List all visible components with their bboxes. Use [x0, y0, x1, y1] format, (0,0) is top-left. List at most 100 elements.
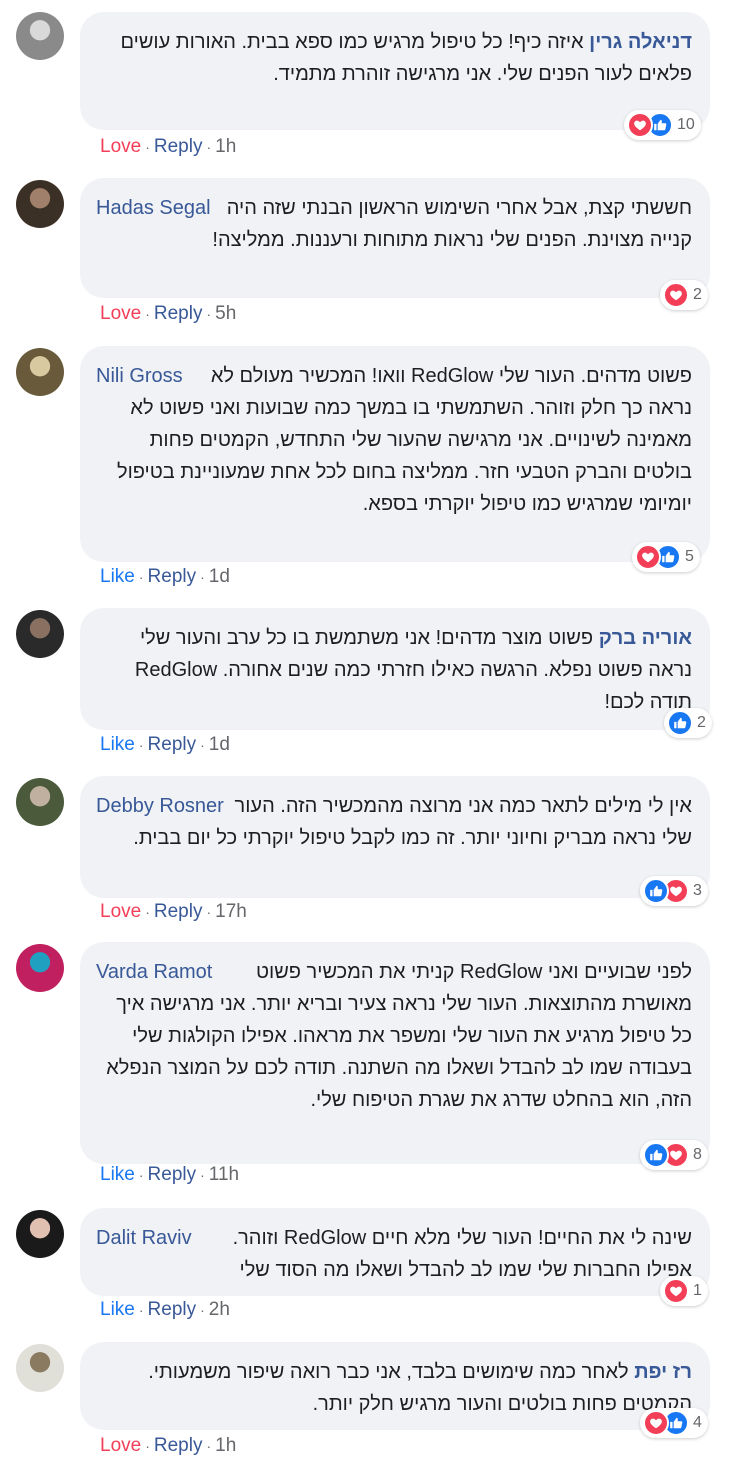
- comment-bubble: Dalit Raviv שינה לי את החיים! העור שלי מל…: [80, 1208, 710, 1296]
- separator-dot: ·: [138, 737, 144, 753]
- reactions-summary[interactable]: 3: [640, 876, 708, 906]
- separator-dot: ·: [200, 737, 205, 753]
- love-reaction-icon: [635, 544, 661, 570]
- timestamp[interactable]: 2h: [209, 1299, 230, 1321]
- reaction-count: 10: [677, 116, 695, 133]
- comment-text: רז יפת לאחר כמה שימושים בלבד, אני כבר רו…: [96, 1356, 692, 1420]
- separator-dot: ·: [206, 139, 212, 155]
- reply-button[interactable]: Reply: [148, 566, 197, 588]
- like-reaction-icon: [667, 710, 693, 736]
- timestamp[interactable]: 1h: [215, 136, 236, 158]
- comment-body: חששתי קצת, אבל אחרי השימוש הראשון הבנתי …: [212, 197, 692, 251]
- reaction-count: 1: [693, 1282, 702, 1299]
- comment-actions: Love · Reply · 1h: [100, 136, 236, 158]
- avatar[interactable]: [16, 944, 64, 992]
- comment-actions: Like · Reply · 2h: [100, 1299, 230, 1321]
- separator-dot: ·: [145, 1438, 150, 1454]
- commenter-name[interactable]: Dalit Raviv: [96, 1222, 192, 1254]
- avatar[interactable]: [16, 1344, 64, 1392]
- comment-actions: Love · Reply · 5h: [100, 303, 236, 325]
- commenter-name[interactable]: רז יפת: [634, 1361, 692, 1383]
- avatar[interactable]: [16, 610, 64, 658]
- reaction-count: 8: [693, 1146, 702, 1163]
- timestamp[interactable]: 17h: [215, 901, 247, 923]
- reactions-summary[interactable]: 10: [624, 110, 701, 140]
- comment-text: Nili Gross פשוט מדהים. העור שלי RedGlow ו…: [96, 360, 692, 520]
- reactions-summary[interactable]: 2: [664, 708, 712, 738]
- comment-bubble: אוריה ברק פשוט מוצר מדהים! אני משתמשת בו…: [80, 608, 710, 730]
- separator-dot: ·: [206, 306, 212, 322]
- comment-actions: Love · Reply · 1h: [100, 1435, 236, 1457]
- comment-bubble: דניאלה גרין איזה כיף! כל טיפול מרגיש כמו…: [80, 12, 710, 130]
- separator-dot: ·: [145, 139, 150, 155]
- separator-dot: ·: [145, 306, 150, 322]
- commenter-name[interactable]: Varda Ramot: [96, 956, 212, 988]
- timestamp[interactable]: 11h: [209, 1164, 239, 1186]
- separator-dot: ·: [200, 1167, 205, 1183]
- reactions-summary[interactable]: 2: [660, 280, 708, 310]
- separator-dot: ·: [206, 1438, 212, 1454]
- love-reaction-icon: [627, 112, 653, 138]
- like-button[interactable]: Like: [100, 566, 135, 588]
- avatar[interactable]: [16, 1210, 64, 1258]
- reaction-count: 2: [693, 286, 702, 303]
- separator-dot: ·: [200, 1302, 205, 1318]
- reaction-count: 3: [693, 882, 702, 899]
- love-reaction-icon: [663, 282, 689, 308]
- comment-body: פשוט מדהים. העור שלי RedGlow וואו! המכשי…: [116, 365, 692, 515]
- like-button[interactable]: Like: [100, 1164, 135, 1186]
- reply-button[interactable]: Reply: [154, 1435, 203, 1457]
- reaction-count: 5: [685, 548, 694, 565]
- comment-actions: Like · Reply · 1d: [100, 734, 230, 756]
- avatar[interactable]: [16, 12, 64, 60]
- comment-body: שינה לי את החיים! העור שלי מלא חיים RedG…: [232, 1227, 692, 1281]
- comment-text: Varda Ramot לפני שבועיים ואני RedGlow קני…: [96, 956, 692, 1116]
- like-reaction-icon: [643, 1142, 669, 1168]
- comment-text: Debby Rosner אין לי מילים לתאר כמה אני מר…: [96, 790, 692, 854]
- reactions-summary[interactable]: 5: [632, 542, 700, 572]
- comment-text: Hadas Segal חששתי קצת, אבל אחרי השימוש הר…: [96, 192, 692, 256]
- love-button[interactable]: Love: [100, 136, 141, 158]
- separator-dot: ·: [138, 1302, 144, 1318]
- comment-actions: Love · Reply · 17h: [100, 901, 247, 923]
- comment-bubble: Nili Gross פשוט מדהים. העור שלי RedGlow ו…: [80, 346, 710, 562]
- timestamp[interactable]: 5h: [215, 303, 236, 325]
- timestamp[interactable]: 1d: [209, 734, 230, 756]
- timestamp[interactable]: 1h: [215, 1435, 236, 1457]
- love-button[interactable]: Love: [100, 1435, 141, 1457]
- separator-dot: ·: [206, 904, 212, 920]
- love-reaction-icon: [643, 1410, 669, 1436]
- comment-actions: Like · Reply · 11h: [100, 1164, 239, 1186]
- love-button[interactable]: Love: [100, 901, 141, 923]
- avatar[interactable]: [16, 180, 64, 228]
- reply-button[interactable]: Reply: [154, 303, 203, 325]
- commenter-name[interactable]: אוריה ברק: [599, 627, 692, 649]
- commenter-name[interactable]: Nili Gross: [96, 360, 183, 392]
- commenter-name[interactable]: Hadas Segal: [96, 192, 211, 224]
- separator-dot: ·: [138, 569, 144, 585]
- reactions-summary[interactable]: 4: [640, 1408, 708, 1438]
- love-button[interactable]: Love: [100, 303, 141, 325]
- commenter-name[interactable]: דניאלה גרין: [589, 31, 692, 53]
- comment-text: דניאלה גרין איזה כיף! כל טיפול מרגיש כמו…: [96, 26, 692, 90]
- like-button[interactable]: Like: [100, 734, 135, 756]
- avatar[interactable]: [16, 348, 64, 396]
- separator-dot: ·: [200, 569, 205, 585]
- like-reaction-icon: [643, 878, 669, 904]
- comment-actions: Like · Reply · 1d: [100, 566, 230, 588]
- comment-bubble: רז יפת לאחר כמה שימושים בלבד, אני כבר רו…: [80, 1342, 710, 1430]
- avatar[interactable]: [16, 778, 64, 826]
- reply-button[interactable]: Reply: [148, 734, 197, 756]
- reactions-summary[interactable]: 8: [640, 1140, 708, 1170]
- reply-button[interactable]: Reply: [154, 136, 203, 158]
- commenter-name[interactable]: Debby Rosner: [96, 790, 224, 822]
- comment-text: אוריה ברק פשוט מוצר מדהים! אני משתמשת בו…: [96, 622, 692, 718]
- reply-button[interactable]: Reply: [148, 1164, 197, 1186]
- comment-bubble: Varda Ramot לפני שבועיים ואני RedGlow קני…: [80, 942, 710, 1164]
- reactions-summary[interactable]: 1: [660, 1276, 708, 1306]
- comment-text: Dalit Raviv שינה לי את החיים! העור שלי מל…: [96, 1222, 692, 1286]
- timestamp[interactable]: 1d: [209, 566, 230, 588]
- reply-button[interactable]: Reply: [154, 901, 203, 923]
- reply-button[interactable]: Reply: [148, 1299, 197, 1321]
- like-button[interactable]: Like: [100, 1299, 135, 1321]
